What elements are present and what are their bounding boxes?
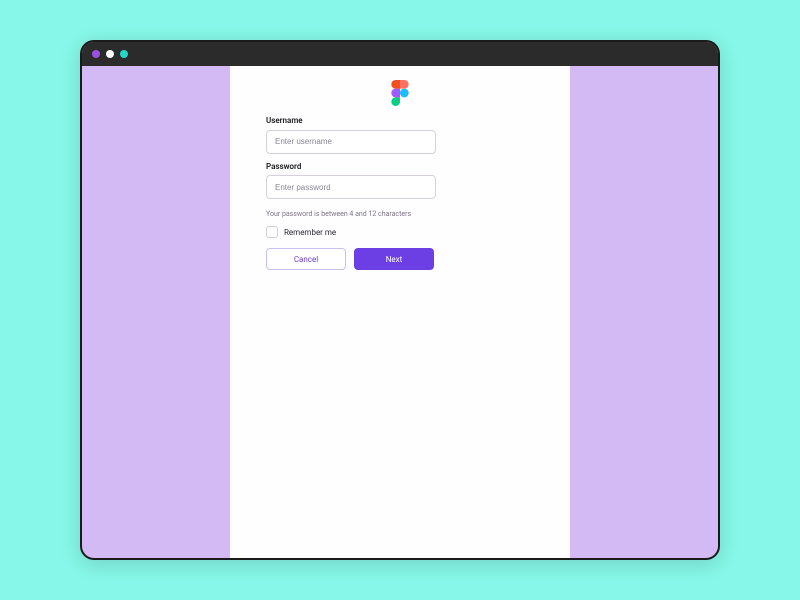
password-input[interactable] [266, 175, 436, 199]
figma-logo-icon [391, 80, 409, 106]
logo-container [266, 80, 534, 106]
password-label: Password [266, 162, 534, 171]
window-control-maximize[interactable] [120, 50, 128, 58]
window-titlebar [82, 42, 718, 66]
remember-checkbox[interactable] [266, 226, 278, 238]
login-page: Username Password Your password is betwe… [230, 66, 570, 558]
username-label: Username [266, 116, 534, 125]
username-input[interactable] [266, 130, 436, 154]
username-group: Username [266, 116, 534, 154]
window-control-minimize[interactable] [106, 50, 114, 58]
viewport: Username Password Your password is betwe… [82, 66, 718, 558]
password-hint: Your password is between 4 and 12 charac… [266, 210, 534, 218]
next-button[interactable]: Next [354, 248, 434, 270]
browser-window: Username Password Your password is betwe… [80, 40, 720, 560]
action-buttons: Cancel Next [266, 248, 534, 270]
remember-row: Remember me [266, 226, 534, 238]
cancel-button[interactable]: Cancel [266, 248, 346, 270]
window-control-close[interactable] [92, 50, 100, 58]
remember-label: Remember me [284, 228, 336, 237]
password-group: Password [266, 162, 534, 200]
